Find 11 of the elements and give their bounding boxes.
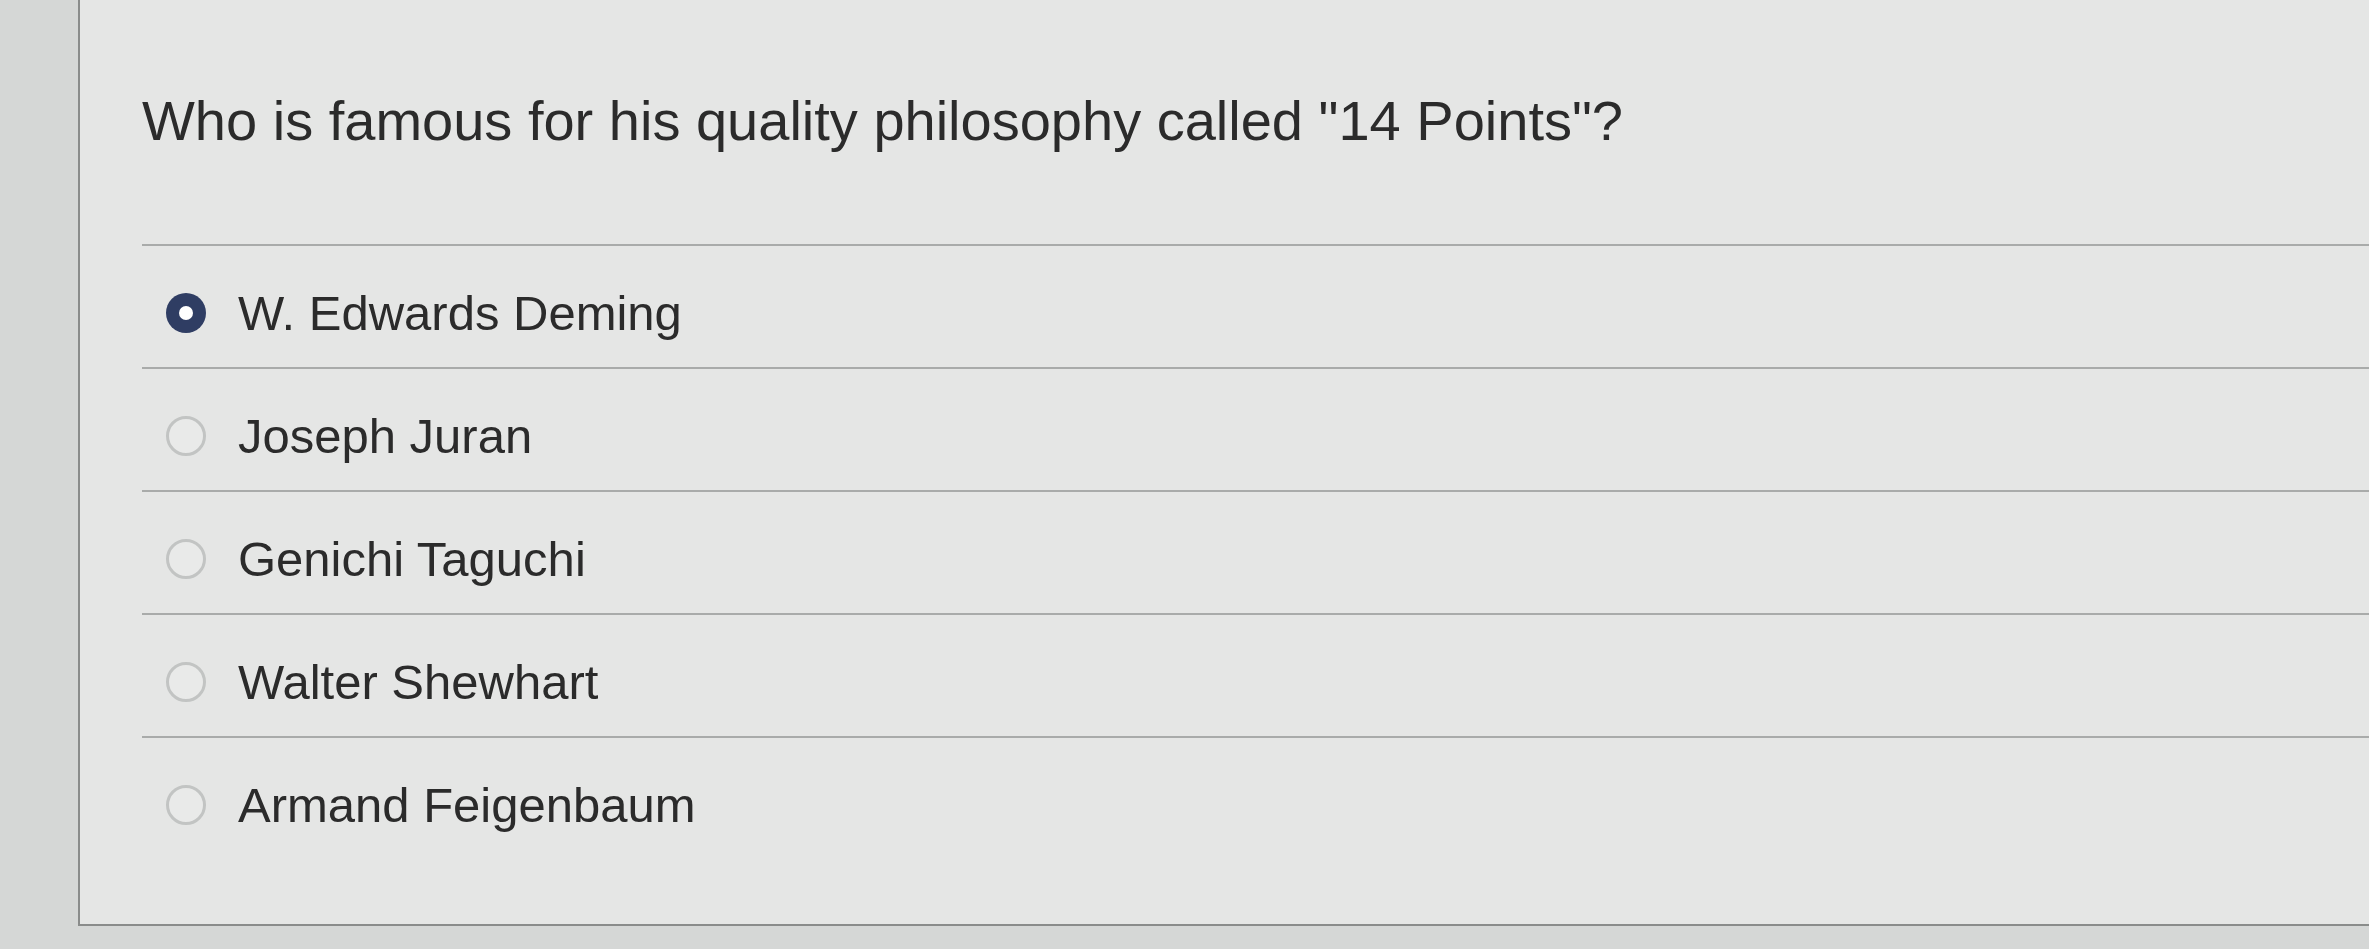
radio-button[interactable]	[166, 292, 206, 333]
option-label[interactable]: Armand Feigenbaum	[238, 775, 696, 834]
radio-button[interactable]	[166, 415, 206, 456]
option-label[interactable]: Joseph Juran	[238, 406, 533, 465]
radio-button[interactable]	[166, 784, 206, 825]
option-label[interactable]: W. Edwards Deming	[238, 283, 682, 342]
option-label[interactable]: Genichi Taguchi	[238, 529, 586, 588]
question-text: Who is famous for his quality philosophy called "14 Points"?	[142, 88, 1624, 154]
radio-button[interactable]	[166, 538, 206, 579]
option-label[interactable]: Walter Shewhart	[238, 652, 599, 711]
radio-button[interactable]	[166, 661, 206, 702]
